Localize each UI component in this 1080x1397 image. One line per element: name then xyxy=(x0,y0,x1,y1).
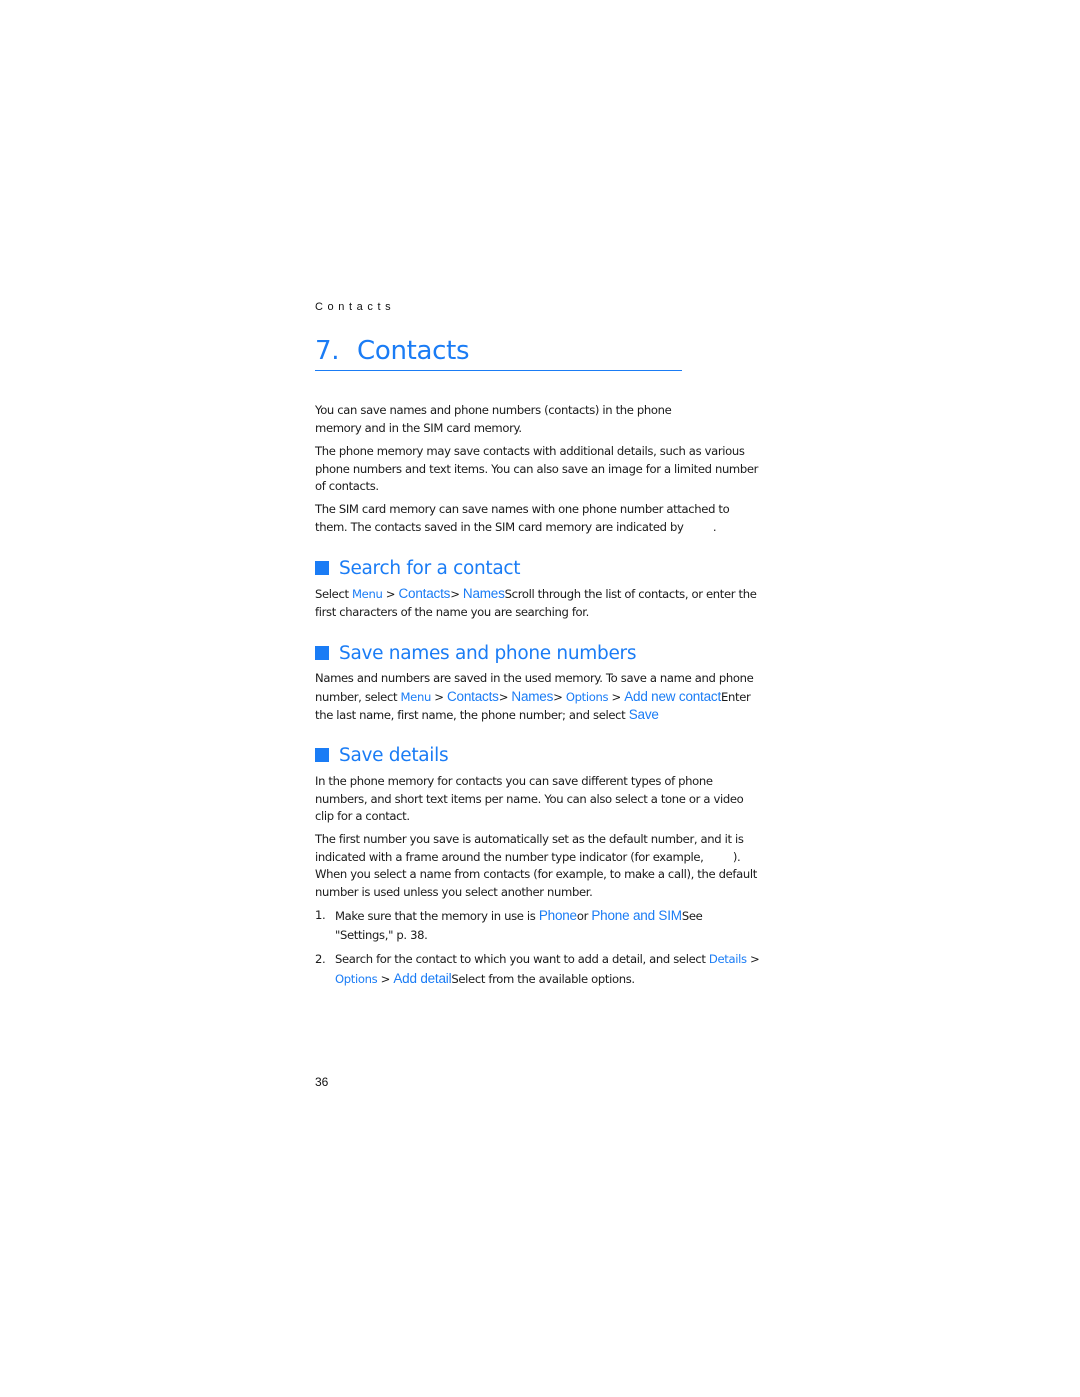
path-separator: > xyxy=(498,689,512,704)
menu-path-save: Save xyxy=(628,707,659,722)
section-heading-save-names: Save names and phone numbers xyxy=(315,643,636,665)
path-separator: > xyxy=(377,972,394,986)
save-names-paragraph: Names and numbers are saved in the used … xyxy=(315,670,760,725)
save-details-paragraph-2: The first number you save is automatical… xyxy=(315,831,760,901)
section-heading-save-details: Save details xyxy=(315,745,449,767)
path-separator: > xyxy=(430,689,447,704)
path-separator: > xyxy=(608,689,625,704)
intro-p1-line2: memory and in the SIM card memory. xyxy=(315,420,522,435)
text: The first number you save is automatical… xyxy=(315,832,744,864)
page-number: 36 xyxy=(315,1075,329,1089)
text: Select from the available options. xyxy=(451,972,635,986)
menu-path-menu: Menu xyxy=(400,689,432,704)
menu-path-options: Options xyxy=(335,972,378,986)
section-bullet-icon xyxy=(315,561,329,575)
menu-path-menu: Menu xyxy=(352,587,383,601)
chapter-number: 7. xyxy=(315,336,340,366)
menu-path-names: Names xyxy=(462,586,505,601)
text: Search for the contact to which you want… xyxy=(335,952,709,966)
text: Select xyxy=(315,587,353,601)
text: or xyxy=(576,909,592,923)
path-separator: > xyxy=(450,587,463,601)
step-number: 2. xyxy=(315,952,326,966)
menu-path-names: Names xyxy=(511,688,554,704)
intro-paragraph-3: The SIM card memory can save names with … xyxy=(315,501,760,536)
step-item-2: 2. Search for the contact to which you w… xyxy=(315,950,760,990)
option-phone: Phone xyxy=(538,908,577,923)
path-separator: > xyxy=(382,587,399,601)
menu-path-options: Options xyxy=(565,689,609,704)
section-title: Save names and phone numbers xyxy=(339,643,637,664)
chapter-title-text: Contacts xyxy=(357,336,470,366)
text: Make sure that the memory in use is xyxy=(335,909,539,923)
section-title: Search for a contact xyxy=(339,558,521,579)
section-heading-search: Search for a contact xyxy=(315,558,521,580)
default-number-indicator-icon xyxy=(707,851,733,861)
path-separator: > xyxy=(746,952,760,966)
chapter-title: 7. Contacts xyxy=(315,336,682,371)
step-number: 1. xyxy=(315,908,326,922)
menu-path-details: Details xyxy=(708,952,747,966)
intro-p3-text: The SIM card memory can save names with … xyxy=(315,502,730,534)
step-text: Make sure that the memory in use is Phon… xyxy=(335,906,760,945)
menu-path-contacts: Contacts xyxy=(447,688,499,704)
search-paragraph: Select Menu > Contacts> NamesScroll thro… xyxy=(315,585,760,621)
menu-path-add-new-contact: Add new contact xyxy=(624,688,722,704)
save-details-paragraph-1: In the phone memory for contacts you can… xyxy=(315,774,744,823)
intro-p3-end: . xyxy=(712,519,717,534)
intro-p1-line1: You can save names and phone numbers (co… xyxy=(315,403,672,417)
menu-path-contacts: Contacts xyxy=(398,586,451,601)
step-item-1: 1. Make sure that the memory in use is P… xyxy=(315,906,760,946)
section-title: Save details xyxy=(339,745,449,766)
sim-contact-icon xyxy=(687,521,713,531)
option-phone-and-sim: Phone and SIM xyxy=(591,908,682,923)
section-bullet-icon xyxy=(315,748,329,762)
step-text: Search for the contact to which you want… xyxy=(335,950,760,989)
section-bullet-icon xyxy=(315,646,329,660)
intro-paragraph-2: The phone memory may save contacts with … xyxy=(315,444,759,493)
intro-paragraph-1: You can save names and phone numbers (co… xyxy=(315,402,675,437)
running-head: Contacts xyxy=(315,301,396,313)
path-separator: > xyxy=(553,689,566,704)
menu-path-add-detail: Add detail xyxy=(393,971,452,986)
